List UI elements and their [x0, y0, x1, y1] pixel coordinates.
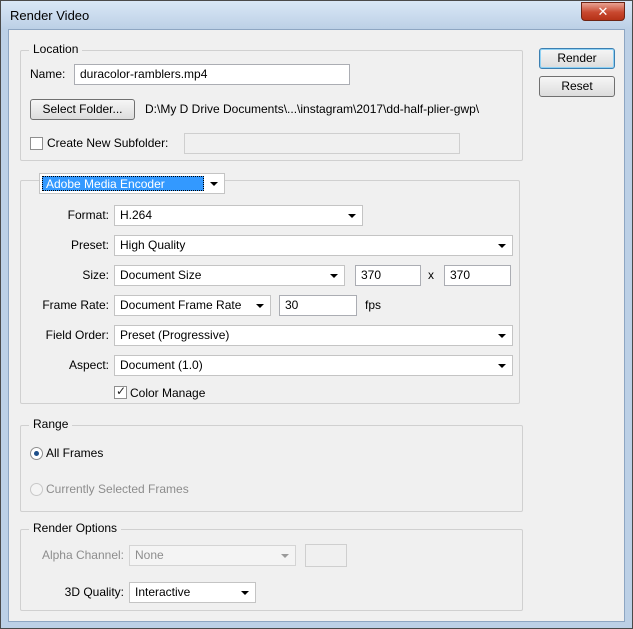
location-legend: Location	[29, 42, 83, 56]
frame-rate-dropdown[interactable]: Document Frame Rate	[114, 295, 271, 316]
window-title: Render Video	[10, 8, 90, 23]
range-group: Range All Frames Currently Selected Fram…	[20, 417, 523, 512]
size-value: Document Size	[120, 268, 202, 282]
close-icon: ✕	[597, 4, 609, 19]
render-button[interactable]: Render	[539, 48, 615, 69]
aspect-dropdown[interactable]: Document (1.0)	[114, 355, 513, 376]
close-button[interactable]: ✕	[581, 2, 625, 21]
format-dropdown[interactable]: H.264	[114, 205, 363, 226]
size-dropdown[interactable]: Document Size	[114, 265, 345, 286]
render-options-legend: Render Options	[29, 521, 122, 535]
alpha-swatch	[305, 544, 347, 567]
encoder-selected: Adobe Media Encoder	[42, 176, 204, 191]
chevron-down-icon	[241, 591, 249, 595]
dialog-body: Render Reset Location Name: duracolor-ra…	[8, 29, 625, 622]
chevron-down-icon	[330, 274, 338, 278]
color-manage-label: Color Manage	[130, 386, 206, 400]
field-order-value: Preset (Progressive)	[120, 328, 230, 342]
all-frames-radio[interactable]	[30, 447, 43, 460]
chevron-down-icon	[210, 182, 218, 186]
reset-button[interactable]: Reset	[539, 76, 615, 97]
size-x-label: x	[428, 268, 434, 282]
format-value: H.264	[120, 208, 153, 222]
preset-dropdown[interactable]: High Quality	[114, 235, 513, 256]
3d-quality-value: Interactive	[135, 585, 191, 599]
fps-input[interactable]: 30	[279, 295, 357, 316]
range-legend: Range	[29, 417, 73, 431]
color-manage-checkbox[interactable]	[114, 384, 127, 399]
field-order-label: Field Order:	[45, 328, 109, 342]
alpha-channel-dropdown[interactable]: None	[129, 545, 296, 566]
render-options-group: Render Options Alpha Channel: None 3D Qu…	[20, 521, 523, 611]
alpha-channel-value: None	[135, 548, 164, 562]
preset-label: Preset:	[70, 238, 109, 252]
chevron-down-icon	[498, 244, 506, 248]
frame-rate-value: Document Frame Rate	[120, 298, 242, 312]
preset-value: High Quality	[120, 238, 186, 252]
3d-quality-label: 3D Quality:	[64, 585, 124, 599]
chevron-down-icon	[256, 304, 264, 308]
aspect-value: Document (1.0)	[120, 358, 203, 372]
encoder-dropdown[interactable]: Adobe Media Encoder	[39, 173, 225, 194]
3d-quality-dropdown[interactable]: Interactive	[129, 582, 256, 603]
all-frames-label: All Frames	[46, 446, 104, 460]
title-bar[interactable]: Render Video ✕	[1, 1, 632, 29]
location-group: Location Name: duracolor-ramblers.mp4 Se…	[20, 42, 523, 161]
chevron-down-icon	[498, 334, 506, 338]
aspect-label: Aspect:	[68, 358, 109, 372]
create-subfolder-label: Create New Subfolder:	[47, 136, 169, 150]
select-folder-button[interactable]: Select Folder...	[30, 99, 135, 120]
render-video-dialog: Render Video ✕ Render Reset Location Nam…	[0, 0, 633, 629]
folder-path: D:\My D Drive Documents\...\instagram\20…	[145, 102, 480, 116]
name-input[interactable]: duracolor-ramblers.mp4	[74, 64, 350, 85]
selected-frames-label: Currently Selected Frames	[46, 482, 189, 496]
chevron-down-icon	[348, 214, 356, 218]
chevron-down-icon	[281, 554, 289, 558]
frame-rate-label: Frame Rate:	[42, 298, 109, 312]
size-label: Size:	[82, 268, 109, 282]
field-order-dropdown[interactable]: Preset (Progressive)	[114, 325, 513, 346]
encoder-group: Adobe Media Encoder Format: H.264 Preset…	[20, 173, 520, 404]
width-input[interactable]: 370	[355, 265, 421, 286]
fps-label: fps	[365, 298, 382, 312]
format-label: Format:	[67, 208, 109, 222]
name-label: Name:	[30, 67, 66, 81]
subfolder-input[interactable]	[184, 133, 460, 154]
selected-frames-radio[interactable]	[30, 483, 43, 496]
height-input[interactable]: 370	[444, 265, 511, 286]
create-subfolder-checkbox[interactable]	[30, 137, 43, 150]
chevron-down-icon	[498, 364, 506, 368]
alpha-channel-label: Alpha Channel:	[41, 548, 124, 562]
